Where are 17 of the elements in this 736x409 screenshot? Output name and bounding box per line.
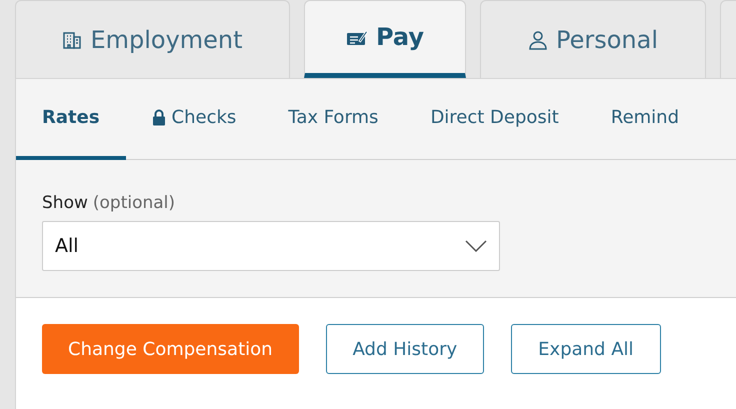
- person-icon: [528, 30, 548, 50]
- outline-button[interactable]: Expand All: [511, 324, 661, 374]
- show-select[interactable]: All: [42, 221, 500, 271]
- building-icon: [62, 30, 82, 50]
- subtab[interactable]: Checks: [126, 79, 262, 160]
- optional-hint: (optional): [92, 193, 176, 213]
- subtab[interactable]: Direct Deposit: [404, 79, 585, 160]
- subtab[interactable]: Tax Forms: [262, 79, 404, 160]
- chevron-down-icon: [465, 240, 487, 252]
- lock-icon: [152, 109, 166, 126]
- subtab[interactable]: Rates: [16, 79, 126, 160]
- section-tab[interactable]: Pay: [304, 0, 466, 78]
- section-tab[interactable]: Personal: [480, 0, 706, 78]
- section-tab[interactable]: Employment: [15, 0, 290, 78]
- subtab[interactable]: Remind: [584, 79, 706, 160]
- outline-button[interactable]: Add History: [326, 324, 484, 374]
- field-label: Show: [42, 193, 88, 213]
